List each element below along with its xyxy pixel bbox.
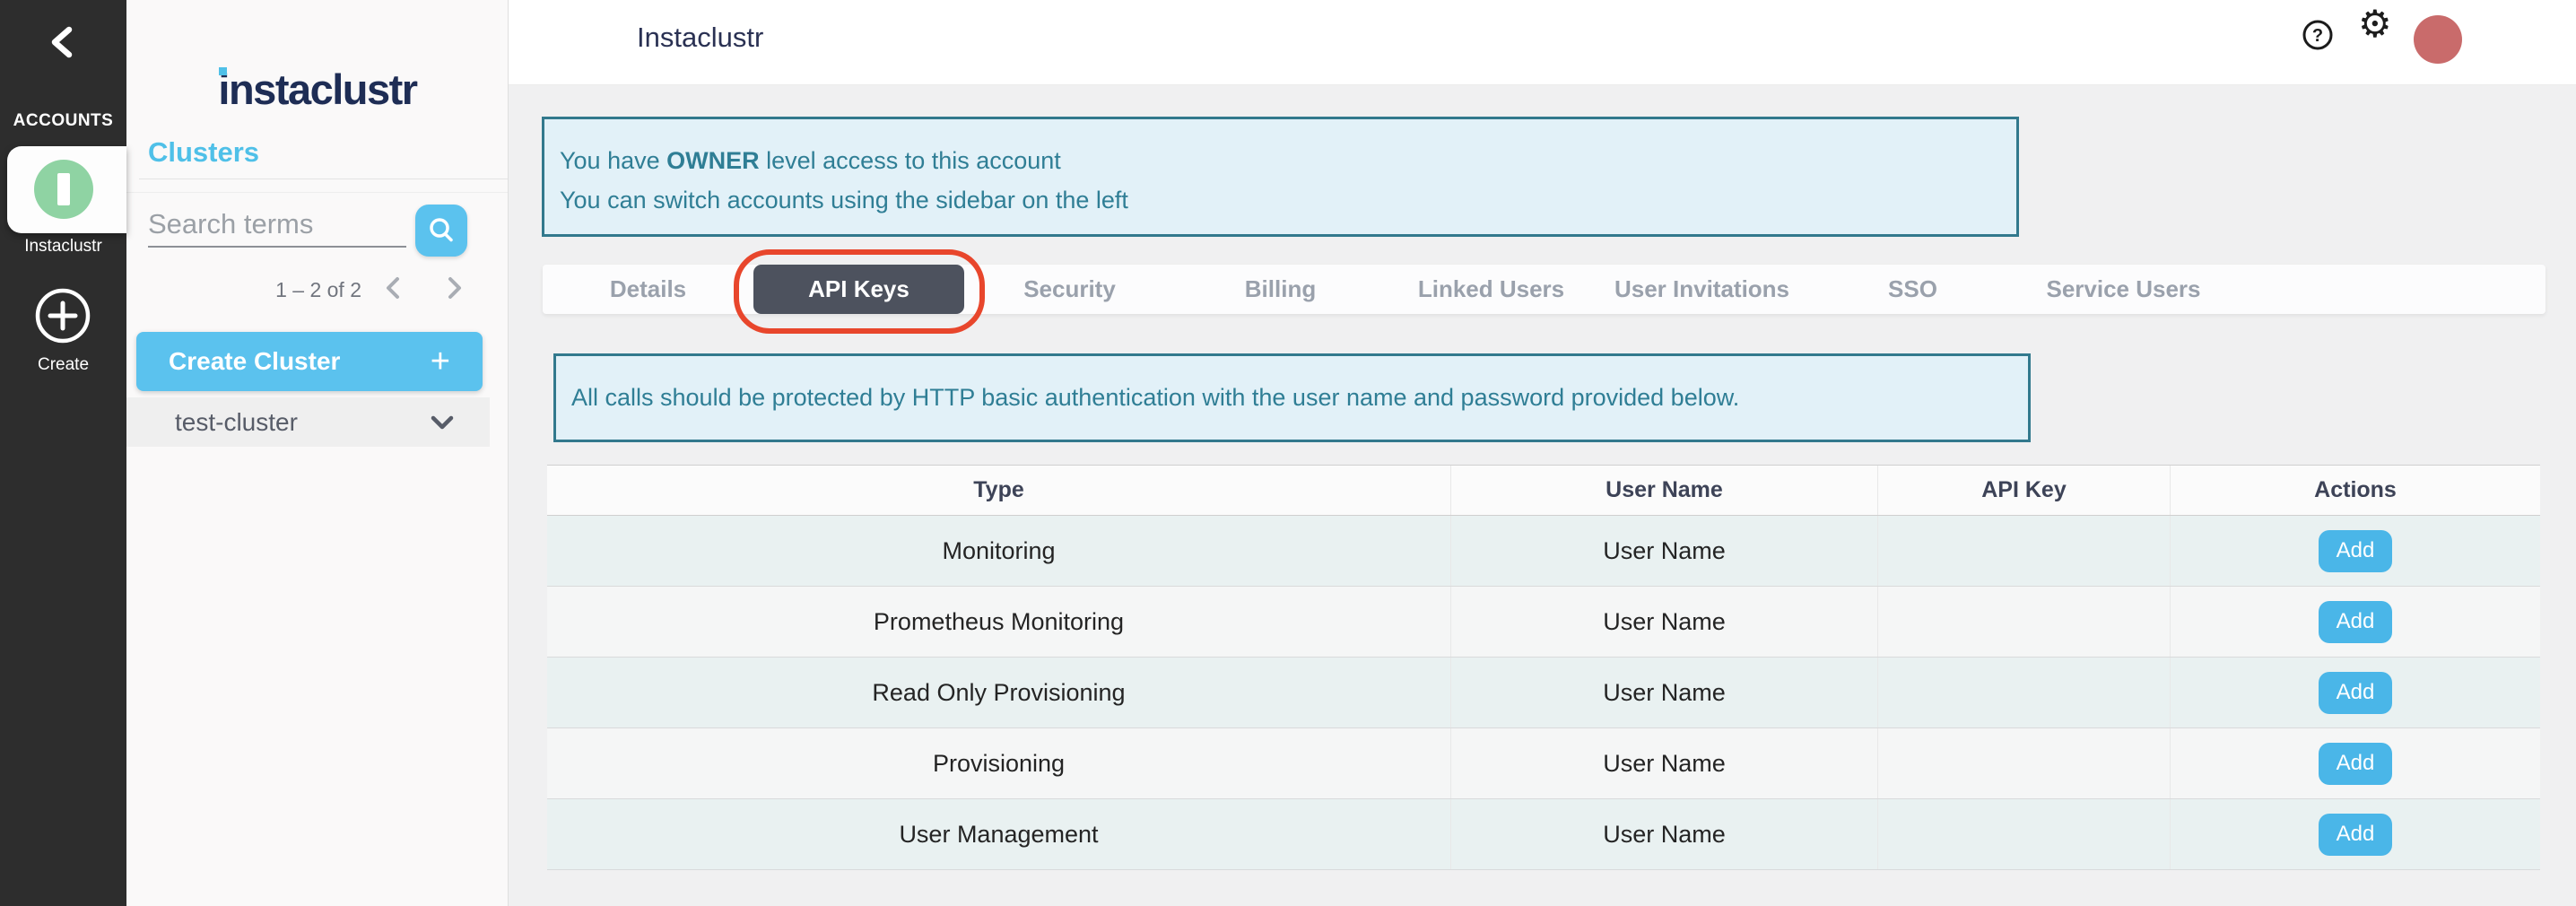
table-row-read-only-provisioning: Read Only Provisioning User Name Add <box>547 658 2540 728</box>
account-initial: I <box>57 173 70 205</box>
tab-security[interactable]: Security <box>964 265 1175 314</box>
cluster-name: test-cluster <box>175 408 298 437</box>
help-icon: ? <box>2302 19 2334 51</box>
settings-button[interactable]: ⚙ <box>2358 5 2392 43</box>
plus-icon: + <box>431 344 450 379</box>
access-level-line2: You can switch accounts using the sideba… <box>560 180 2016 220</box>
create-cluster-button[interactable]: Create Cluster + <box>136 332 483 391</box>
cell-api-key <box>1877 728 2170 798</box>
tab-linked-users[interactable]: Linked Users <box>1386 265 1597 314</box>
chevron-left-icon <box>43 22 83 62</box>
tab-user-invitations[interactable]: User Invitations <box>1597 265 1807 314</box>
cell-type: User Management <box>547 799 1450 869</box>
cluster-item-test-cluster[interactable]: test-cluster <box>126 397 490 447</box>
column-header-type: Type <box>547 466 1450 515</box>
cell-api-key <box>1877 587 2170 657</box>
clusters-heading: Clusters <box>148 136 259 169</box>
tab-billing[interactable]: Billing <box>1175 265 1386 314</box>
accounts-label: ACCOUNTS <box>0 111 126 131</box>
search-icon <box>427 216 456 245</box>
account-tabs: Details API Keys Security Billing Linked… <box>543 265 2546 314</box>
gear-icon: ⚙ <box>2358 3 2392 45</box>
add-provisioning-key-button[interactable]: Add <box>2319 743 2392 785</box>
tab-details[interactable]: Details <box>543 265 753 314</box>
account-item-instaclustr[interactable]: I <box>7 146 126 233</box>
column-header-actions: Actions <box>2170 466 2540 515</box>
create-cluster-label: Create Cluster <box>169 347 340 376</box>
access-level-notice: You have OWNER level access to this acco… <box>542 117 2019 237</box>
chevron-left-icon <box>378 272 410 304</box>
create-account-label: Create <box>0 355 126 375</box>
divider <box>126 192 508 193</box>
add-monitoring-key-button[interactable]: Add <box>2319 530 2392 572</box>
logo-text: instaclustr <box>218 65 416 113</box>
cell-api-key <box>1877 658 2170 727</box>
main-content: Instaclustr ? ⚙ You have OWNER level acc… <box>509 0 2576 906</box>
cell-user-name: User Name <box>1450 658 1877 727</box>
instaclustr-logo: instaclustr <box>126 65 509 114</box>
pagination-prev-button[interactable] <box>378 272 410 304</box>
tab-api-keys[interactable]: API Keys <box>753 265 964 314</box>
table-row-prometheus-monitoring: Prometheus Monitoring User Name Add <box>547 587 2540 658</box>
cell-api-key <box>1877 799 2170 869</box>
column-header-api-key: API Key <box>1877 466 2170 515</box>
column-header-user-name: User Name <box>1450 466 1877 515</box>
cell-type: Prometheus Monitoring <box>547 587 1450 657</box>
table-header-row: Type User Name API Key Actions <box>547 465 2540 516</box>
pagination-next-button[interactable] <box>438 272 470 304</box>
plus-circle-icon <box>33 286 92 345</box>
page-title: Instaclustr <box>637 22 763 54</box>
api-auth-notice: All calls should be protected by HTTP ba… <box>553 353 2031 442</box>
account-avatar: I <box>34 160 93 219</box>
svg-text:?: ? <box>2312 26 2323 46</box>
access-level-badge: OWNER <box>666 147 760 174</box>
table-row-monitoring: Monitoring User Name Add <box>547 516 2540 587</box>
api-keys-table: Type User Name API Key Actions Monitorin… <box>547 465 2540 870</box>
tab-service-users[interactable]: Service Users <box>2018 265 2229 314</box>
add-read-only-provisioning-key-button[interactable]: Add <box>2319 672 2392 714</box>
chevron-down-icon <box>429 414 456 437</box>
search-button[interactable] <box>415 205 467 257</box>
back-button[interactable] <box>43 22 83 62</box>
create-account-button[interactable] <box>33 286 92 345</box>
logo-dot <box>219 67 227 75</box>
add-prometheus-monitoring-key-button[interactable]: Add <box>2319 601 2392 643</box>
clusters-sidebar: instaclustr Clusters 1 – 2 of 2 Create C… <box>126 0 509 906</box>
cell-type: Read Only Provisioning <box>547 658 1450 727</box>
cell-user-name: User Name <box>1450 516 1877 586</box>
accounts-rail: ACCOUNTS I Instaclustr Create <box>0 0 126 906</box>
main-body: You have OWNER level access to this acco… <box>509 85 2576 906</box>
cell-type: Monitoring <box>547 516 1450 586</box>
tab-sso[interactable]: SSO <box>1807 265 2018 314</box>
search-input[interactable] <box>148 203 406 248</box>
pagination-status: 1 – 2 of 2 <box>126 278 361 302</box>
user-avatar[interactable] <box>2414 15 2462 64</box>
cell-user-name: User Name <box>1450 587 1877 657</box>
cell-api-key <box>1877 516 2170 586</box>
access-level-line1: You have OWNER level access to this acco… <box>560 141 2016 180</box>
chevron-right-icon <box>438 272 470 304</box>
account-name: Instaclustr <box>0 237 126 257</box>
cell-user-name: User Name <box>1450 728 1877 798</box>
help-button[interactable]: ? <box>2302 19 2334 51</box>
table-row-user-management: User Management User Name Add <box>547 799 2540 870</box>
cell-type: Provisioning <box>547 728 1450 798</box>
table-row-provisioning: Provisioning User Name Add <box>547 728 2540 799</box>
add-user-management-key-button[interactable]: Add <box>2319 814 2392 856</box>
cell-user-name: User Name <box>1450 799 1877 869</box>
main-header: Instaclustr ? ⚙ <box>509 0 2576 85</box>
